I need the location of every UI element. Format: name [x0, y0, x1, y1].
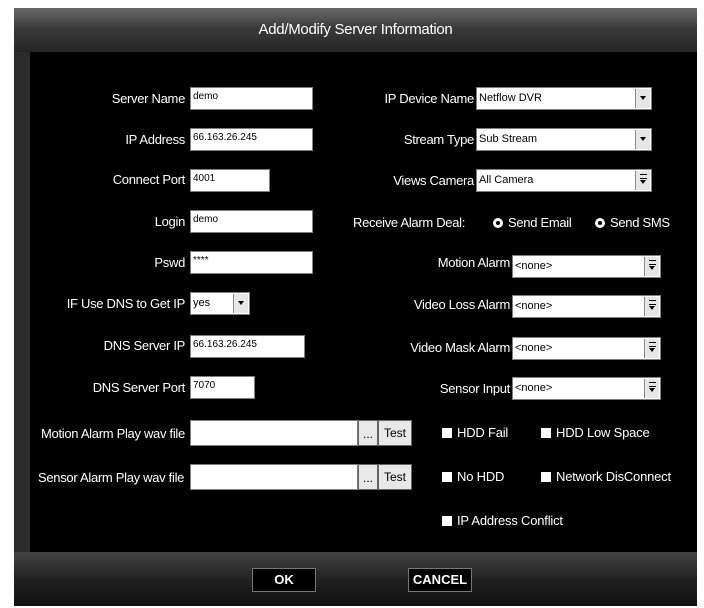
- chevron-down-icon[interactable]: [635, 130, 650, 149]
- motion-alarm-value: <none>: [515, 260, 553, 272]
- network-disconnect-checkbox[interactable]: [541, 472, 551, 482]
- ip-address-field[interactable]: 66.163.26.245: [190, 128, 313, 151]
- motion-wav-field[interactable]: [190, 420, 358, 446]
- dns-server-port-field[interactable]: 7070: [190, 376, 255, 399]
- receive-alarm-label: Receive Alarm Deal:: [353, 215, 466, 230]
- video-loss-alarm-select[interactable]: <none>: [512, 295, 661, 318]
- no-hdd-checkbox[interactable]: [442, 472, 452, 482]
- network-disconnect-label: Network DisConnect: [556, 469, 671, 484]
- dns-use-label: IF Use DNS to Get IP: [66, 296, 186, 311]
- hdd-fail-checkbox[interactable]: [442, 428, 452, 438]
- sensor-wav-label: Sensor Alarm Play wav file: [38, 470, 185, 485]
- dns-server-ip-field[interactable]: 66.163.26.245: [190, 335, 305, 358]
- ip-address-label: IP Address: [125, 132, 185, 147]
- ip-device-name-select[interactable]: Netflow DVR: [476, 87, 652, 110]
- video-loss-alarm-label: Video Loss Alarm: [413, 297, 510, 312]
- ip-device-name-value: Netflow DVR: [479, 92, 542, 104]
- send-sms-label: Send SMS: [610, 215, 670, 230]
- ip-conflict-label: IP Address Conflict: [457, 513, 563, 528]
- sensor-wav-test-button[interactable]: Test: [378, 464, 412, 490]
- chevron-down-icon[interactable]: [635, 89, 650, 108]
- video-loss-alarm-value: <none>: [515, 300, 553, 312]
- connect-port-label: Connect Port: [112, 172, 186, 187]
- stream-type-value: Sub Stream: [479, 133, 538, 145]
- send-email-label: Send Email: [508, 215, 572, 230]
- sensor-wav-browse-button[interactable]: ...: [358, 464, 378, 490]
- ip-conflict-checkbox[interactable]: [442, 516, 452, 526]
- dns-server-ip-label: DNS Server IP: [103, 338, 186, 353]
- title-bar: Add/Modify Server Information: [14, 8, 697, 52]
- chevron-down-icon[interactable]: [644, 339, 659, 358]
- views-camera-value: All Camera: [479, 174, 534, 186]
- motion-alarm-label: Motion Alarm: [437, 255, 511, 270]
- dns-server-port-label: DNS Server Port: [92, 380, 186, 395]
- sensor-input-value: <none>: [515, 382, 553, 394]
- sensor-input-label: Sensor Input: [439, 381, 510, 396]
- dns-use-select[interactable]: yes: [190, 292, 250, 315]
- views-camera-label: Views Camera: [393, 173, 474, 188]
- stream-type-label: Stream Type: [403, 132, 474, 147]
- video-mask-alarm-select[interactable]: <none>: [512, 337, 661, 360]
- password-field[interactable]: ****: [190, 251, 313, 274]
- button-bar: [14, 552, 697, 606]
- chevron-down-icon[interactable]: [644, 379, 659, 398]
- chevron-down-icon[interactable]: [644, 257, 659, 276]
- login-label: Login: [154, 214, 186, 229]
- server-name-label: Server Name: [111, 91, 186, 106]
- ok-button[interactable]: OK: [252, 568, 316, 592]
- hdd-low-space-checkbox[interactable]: [541, 428, 551, 438]
- cancel-button[interactable]: CANCEL: [408, 568, 472, 592]
- hdd-fail-label: HDD Fail: [457, 425, 509, 440]
- connect-port-field[interactable]: 4001: [190, 169, 270, 192]
- motion-wav-browse-button[interactable]: ...: [358, 420, 378, 446]
- motion-wav-label: Motion Alarm Play wav file: [41, 426, 185, 441]
- chevron-down-icon[interactable]: [635, 171, 650, 190]
- server-name-field[interactable]: demo: [190, 87, 313, 110]
- login-field[interactable]: demo: [190, 210, 313, 233]
- dialog-title: Add/Modify Server Information: [258, 21, 453, 38]
- send-email-radio[interactable]: [493, 218, 503, 228]
- sensor-input-select[interactable]: <none>: [512, 377, 661, 400]
- views-camera-select[interactable]: All Camera: [476, 169, 652, 192]
- video-mask-alarm-label: Video Mask Alarm: [410, 340, 510, 355]
- password-label: Pswd: [154, 255, 185, 270]
- send-sms-radio[interactable]: [595, 218, 605, 228]
- hdd-low-space-label: HDD Low Space: [556, 425, 650, 440]
- sensor-wav-field[interactable]: [190, 464, 358, 490]
- motion-wav-test-button[interactable]: Test: [378, 420, 412, 446]
- no-hdd-label: No HDD: [457, 469, 505, 484]
- motion-alarm-select[interactable]: <none>: [512, 255, 661, 278]
- video-mask-alarm-value: <none>: [515, 342, 553, 354]
- chevron-down-icon[interactable]: [233, 294, 248, 313]
- ip-device-name-label: IP Device Name: [384, 91, 475, 106]
- chevron-down-icon[interactable]: [644, 297, 659, 316]
- stream-type-select[interactable]: Sub Stream: [476, 128, 652, 151]
- dns-use-value: yes: [193, 297, 211, 309]
